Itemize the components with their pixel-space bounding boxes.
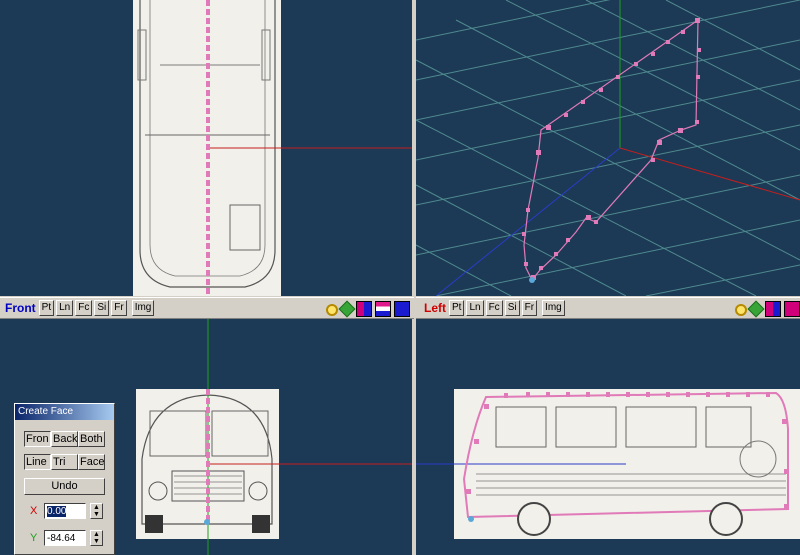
y-spinner[interactable]: ▲ ▼ bbox=[90, 530, 103, 546]
front-point-button[interactable]: Pt bbox=[38, 300, 55, 316]
front-face-button[interactable]: Fc bbox=[75, 300, 93, 316]
front-view-toolbar: Front Pt Ln Fc Si Fr Img bbox=[0, 297, 414, 319]
left-view-label[interactable]: Left bbox=[424, 301, 446, 315]
face-mode-button[interactable]: Face bbox=[78, 454, 105, 470]
color-magenta-icon[interactable] bbox=[784, 301, 800, 317]
left-si-button[interactable]: Si bbox=[504, 300, 520, 316]
x-field-value: 0.00 bbox=[47, 506, 67, 517]
front-si-button[interactable]: Si bbox=[94, 300, 110, 316]
create-face-title[interactable]: Create Face bbox=[15, 404, 114, 420]
left-fr-button[interactable]: Fr bbox=[521, 300, 538, 316]
top-view-canvas[interactable] bbox=[0, 0, 412, 296]
create-face-panel: Create Face Fron Back Both Line Tri Face… bbox=[14, 403, 115, 555]
front-view-label[interactable]: Front bbox=[5, 301, 36, 315]
side-viewport[interactable] bbox=[416, 319, 800, 555]
left-point-button[interactable]: Pt bbox=[449, 300, 465, 316]
left-image-button[interactable]: Img bbox=[542, 300, 565, 316]
front-view-icons bbox=[326, 300, 410, 318]
x-spinner[interactable]: ▲ ▼ bbox=[90, 503, 103, 519]
zoom-icon[interactable] bbox=[735, 303, 747, 316]
line-mode-button[interactable]: Line bbox=[24, 454, 51, 470]
front-fr-button[interactable]: Fr bbox=[111, 300, 127, 316]
top-viewport[interactable] bbox=[0, 0, 412, 296]
front-line-button[interactable]: Ln bbox=[56, 300, 74, 316]
perspective-view-canvas[interactable] bbox=[416, 0, 800, 296]
undo-button[interactable]: Undo bbox=[24, 478, 105, 495]
color-swap-icon[interactable] bbox=[356, 301, 372, 317]
color-stripe-icon[interactable] bbox=[375, 301, 391, 317]
zoom-icon[interactable] bbox=[326, 303, 338, 316]
left-face-button[interactable]: Fc bbox=[485, 300, 503, 316]
y-field[interactable]: -84.64 bbox=[44, 530, 86, 546]
color-blue-icon[interactable] bbox=[394, 301, 410, 317]
x-field[interactable]: 0.00 bbox=[44, 503, 86, 519]
y-label: Y bbox=[30, 532, 38, 544]
x-label: X bbox=[30, 505, 38, 517]
left-line-button[interactable]: Ln bbox=[466, 300, 484, 316]
move-icon[interactable] bbox=[338, 300, 356, 318]
left-view-toolbar: Left Pt Ln Fc Si Fr Img bbox=[416, 297, 800, 319]
both-sides-button[interactable]: Both bbox=[78, 431, 105, 447]
side-view-canvas[interactable] bbox=[416, 319, 800, 555]
tri-mode-button[interactable]: Tri bbox=[51, 454, 78, 470]
color-swap-icon[interactable] bbox=[765, 301, 781, 317]
front-side-button[interactable]: Fron bbox=[24, 431, 51, 447]
back-side-button[interactable]: Back bbox=[51, 431, 78, 447]
move-icon[interactable] bbox=[747, 300, 765, 318]
left-view-icons bbox=[735, 300, 800, 318]
front-image-button[interactable]: Img bbox=[131, 300, 155, 316]
perspective-viewport[interactable] bbox=[416, 0, 800, 296]
